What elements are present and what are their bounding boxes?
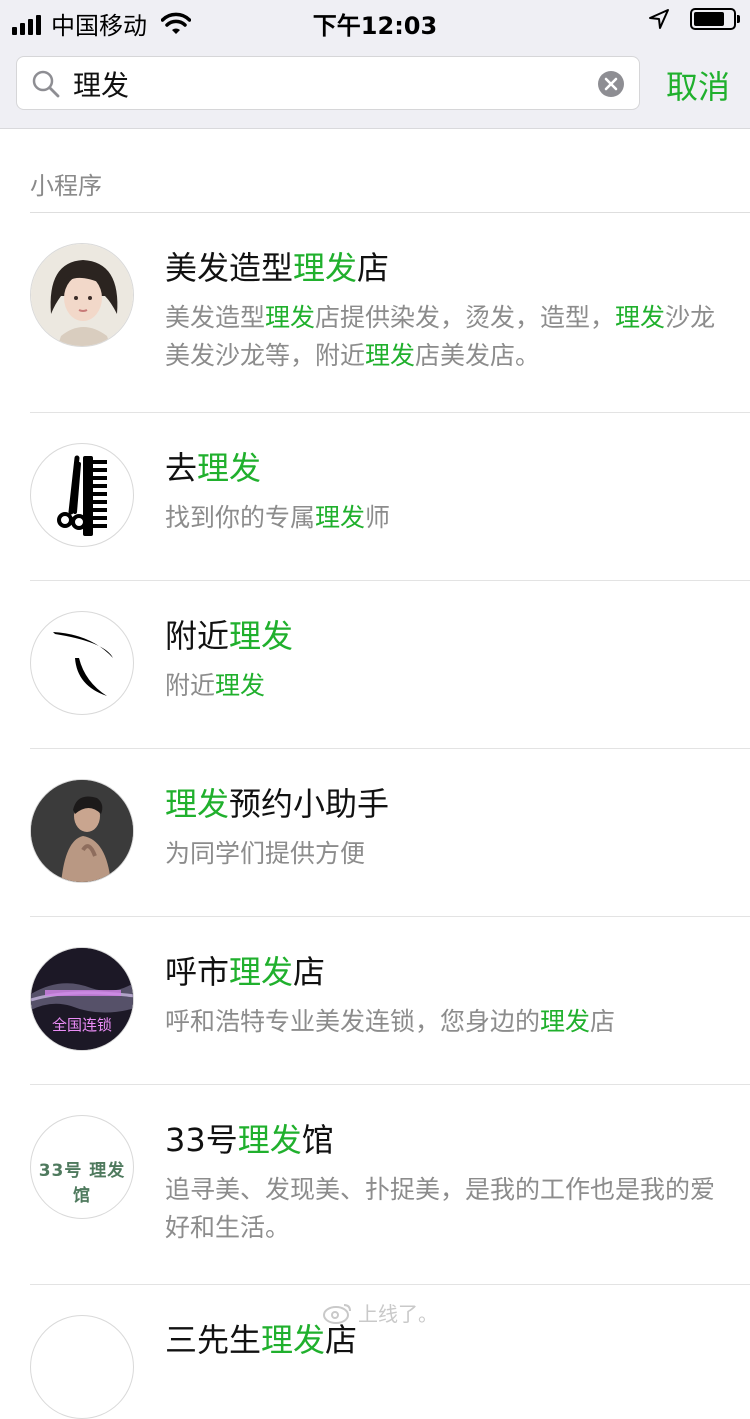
text-segment: 附近 [165,671,216,700]
result-title: 附近理发 [165,611,293,657]
highlight-text: 理发 [293,249,358,287]
highlight-text: 理发 [197,449,262,487]
weibo-icon [323,1303,351,1324]
result-avatar: 33号 理发馆 [30,1115,134,1219]
text-segment: 为同学们提供方便 [165,839,366,868]
result-description: 美发造型理发店提供染发，烫发，造型，理发沙龙美发沙龙等，附近理发店美发店。 [165,299,717,375]
highlight-text: 理发 [540,1007,591,1036]
search-box[interactable] [16,56,640,110]
galaxy-logo-icon [31,948,133,1050]
text-segment: 三先生 [165,1321,262,1359]
text-segment: 去 [165,449,198,487]
cancel-button[interactable]: 取消 [666,62,730,108]
text-segment: 师 [365,503,391,532]
swoosh-logo-icon [53,632,113,696]
text-segment: 呼和浩特专业美发连锁，您身边的 [165,1007,541,1036]
highlight-text: 理发 [365,341,416,370]
result-row[interactable]: 美发造型理发店 美发造型理发店提供染发，烫发，造型，理发沙龙美发沙龙等，附近理发… [30,213,750,413]
result-title: 理发预约小助手 [165,779,389,825]
result-avatar: 全国连锁 [30,947,134,1051]
status-time: 下午12:03 [312,12,438,40]
highlight-text: 理发 [165,785,230,823]
highlight-text: 理发 [215,671,266,700]
result-description: 为同学们提供方便 [165,835,717,873]
result-title: 呼市理发店 [165,947,325,993]
result-avatar [30,779,134,883]
text-segment: 找到你的专属 [165,503,316,532]
watermark-text: 上线了。 [358,1302,438,1326]
text-segment: 呼市 [165,953,230,991]
status-right [648,8,740,30]
result-title: 去理发 [165,443,261,489]
result-avatar [30,611,134,715]
search-bar: 取消 [0,40,750,129]
result-description: 追寻美、发现美、扑捉美，是我的工作也是我的爱好和生活。 [165,1171,717,1247]
avatar-caption: 全国连锁 [51,1016,112,1034]
status-bar: 中国移动 下午12:03 [0,0,750,40]
highlight-text: 理发 [261,1321,326,1359]
result-title: 33号理发馆 [165,1115,334,1161]
result-avatar [30,1315,134,1419]
result-row[interactable]: 去理发 找到你的专属理发师 [30,413,750,581]
text-segment: 美发造型 [165,249,294,287]
scissors-comb-icon [57,455,107,536]
text-segment: 店 [357,249,390,287]
text-segment: 33号 [165,1121,238,1159]
result-row[interactable]: 附近理发 附近理发 [30,581,750,749]
highlight-text: 理发 [265,303,316,332]
clear-icon[interactable] [597,70,625,98]
text-segment: 店 [293,953,326,991]
section-label: 小程序 [30,172,102,200]
text-segment: 馆 [301,1121,334,1159]
search-input[interactable] [71,63,575,105]
highlight-text: 理发 [229,953,294,991]
battery-icon [690,8,740,30]
result-avatar [30,243,134,347]
result-row[interactable]: 33号 理发馆 33号理发馆 追寻美、发现美、扑捉美，是我的工作也是我的爱好和生… [30,1085,750,1285]
result-description: 附近理发 [165,667,717,705]
text-segment: 追寻美、发现美、扑捉美，是我的工作也是我的爱好和生活。 [165,1175,716,1242]
man-portrait-icon [31,780,133,882]
search-icon [32,70,60,98]
highlight-text: 理发 [229,617,294,655]
text-segment: 店美发店。 [415,341,541,370]
result-title: 美发造型理发店 [165,243,389,289]
location-arrow-icon [649,9,669,29]
text-segment: 预约小助手 [229,785,390,823]
highlight-text: 理发 [315,503,366,532]
watermark: 上线了。 [322,1298,438,1327]
text-segment: 美发造型 [165,303,266,332]
avatar-logo-text: 33号 理发馆 [38,1161,126,1206]
results-list: 美发造型理发店 美发造型理发店提供染发，烫发，造型，理发沙龙美发沙龙等，附近理发… [0,213,750,1419]
text-segment: 店 [590,1007,616,1036]
text-segment: 店提供染发，烫发，造型， [315,303,616,332]
highlight-text: 理发 [237,1121,302,1159]
result-avatar [30,443,134,547]
result-row[interactable]: 全国连锁 呼市理发店 呼和浩特专业美发连锁，您身边的理发店 [30,917,750,1085]
highlight-text: 理发 [615,303,666,332]
result-description: 找到你的专属理发师 [165,499,717,537]
woman-portrait-icon [31,244,133,346]
result-description: 呼和浩特专业美发连锁，您身边的理发店 [165,1003,717,1041]
result-row[interactable]: 理发预约小助手 为同学们提供方便 [30,749,750,917]
text-segment: 附近 [165,617,230,655]
